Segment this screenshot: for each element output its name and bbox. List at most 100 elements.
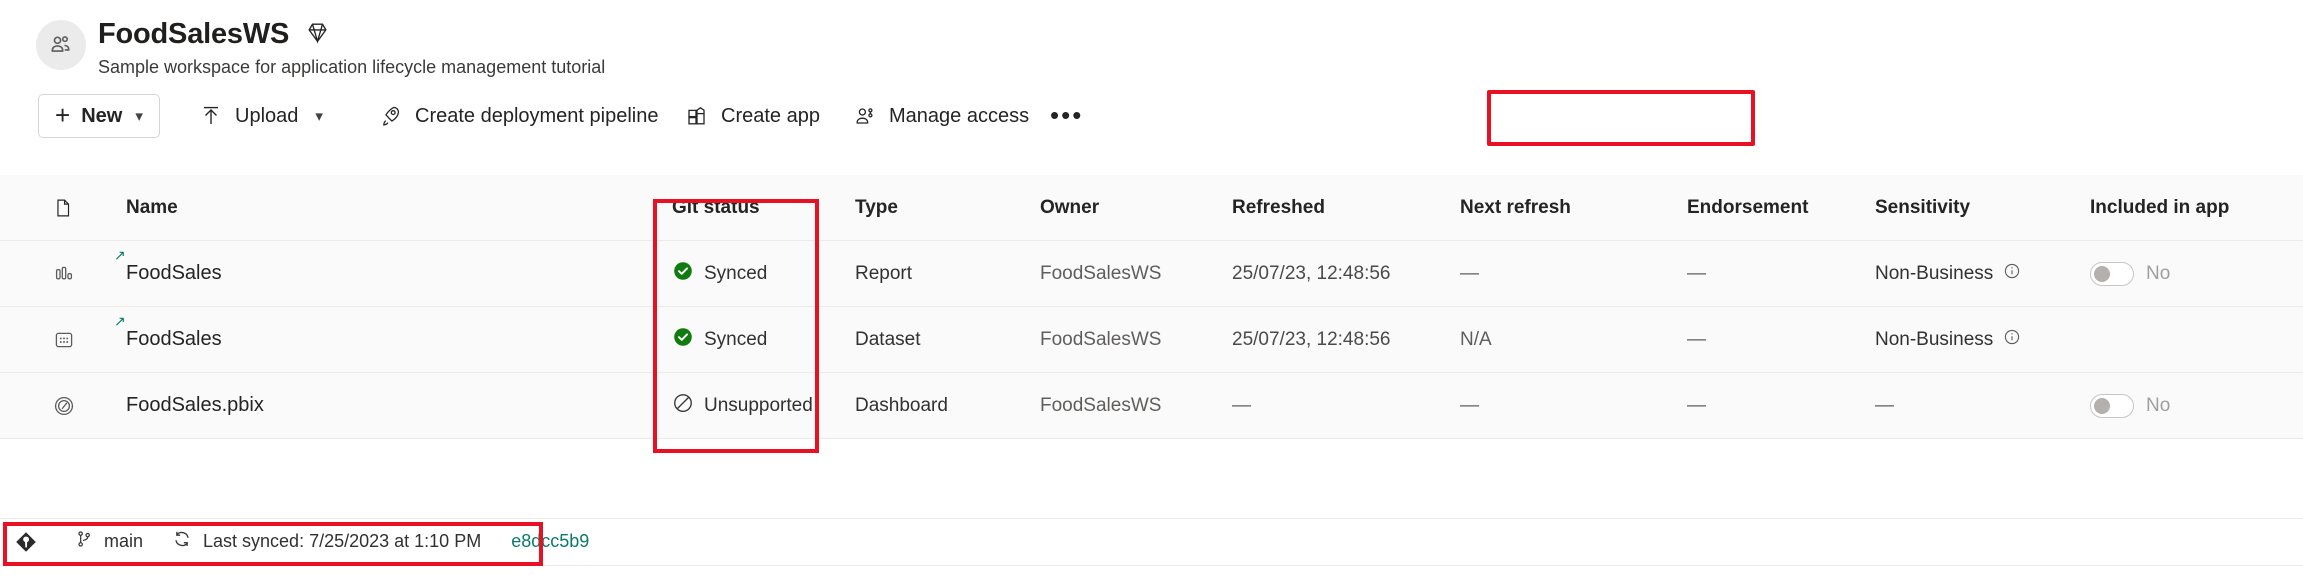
git-status-bar: main Last synced: 7/25/2023 at 1:10 PM e… xyxy=(0,518,2303,564)
deployment-pipeline-icon xyxy=(378,103,404,129)
table-row[interactable]: FoodSales.pbix Unsupported Dashboard Foo… xyxy=(0,373,2303,439)
column-header-type[interactable]: Type xyxy=(855,175,1035,240)
create-deployment-pipeline-button[interactable]: Create deployment pipeline xyxy=(374,94,663,138)
branch-name: main xyxy=(104,531,143,552)
item-name-cell[interactable]: FoodSales.pbix xyxy=(126,373,626,438)
report-bar-chart-icon xyxy=(52,241,92,306)
included-in-app-toggle[interactable] xyxy=(2090,262,2134,286)
more-options-button[interactable]: ••• xyxy=(1040,94,1093,138)
column-header-next-refresh[interactable]: Next refresh xyxy=(1460,175,1660,240)
column-header-git-status[interactable]: Git status xyxy=(672,175,842,240)
git-source-control-icon xyxy=(14,530,38,554)
column-header-endorsement[interactable]: Endorsement xyxy=(1687,175,1867,240)
info-circle-icon[interactable] xyxy=(2003,262,2021,286)
promoted-endorsement-icon: ↗ xyxy=(114,248,126,262)
table-row[interactable]: ↗ FoodSales Synced Report FoodSalesWS xyxy=(0,241,2303,307)
create-deployment-pipeline-label: Create deployment pipeline xyxy=(415,105,659,128)
item-refreshed: 25/07/23, 12:48:56 xyxy=(1232,241,1452,306)
command-bar: + New ▾ Upload ▾ Create deployment pipel xyxy=(0,88,2303,146)
new-button-label: New xyxy=(81,105,122,128)
item-included-in-app: No xyxy=(2090,241,2290,306)
promoted-endorsement-icon: ↗ xyxy=(114,314,126,328)
included-in-app-label: No xyxy=(2146,395,2170,417)
premium-diamond-icon xyxy=(305,20,330,50)
workspace-header: FoodSalesWS Sample workspace for applica… xyxy=(0,0,2303,92)
item-type: Dataset xyxy=(855,307,1035,372)
item-refreshed: 25/07/23, 12:48:56 xyxy=(1232,307,1452,372)
ellipsis-icon: ••• xyxy=(1050,108,1083,124)
workspace-description: Sample workspace for application lifecyc… xyxy=(98,57,605,78)
table-header-row: Name Git status Type Owner Refreshed Nex… xyxy=(0,175,2303,241)
upload-arrow-icon xyxy=(198,103,224,129)
item-owner: FoodSalesWS xyxy=(1040,373,1240,438)
item-name-cell[interactable]: ↗ FoodSales xyxy=(126,307,626,372)
item-next-refresh: — xyxy=(1460,373,1660,438)
item-included-in-app: No xyxy=(2090,373,2290,438)
item-next-refresh: — xyxy=(1460,241,1660,306)
git-status-label: Synced xyxy=(704,329,767,351)
manage-access-label: Manage access xyxy=(889,105,1029,128)
document-column-icon xyxy=(52,175,92,240)
item-name: FoodSales xyxy=(126,328,222,351)
git-status-cell: Unsupported xyxy=(672,373,842,438)
upload-label: Upload xyxy=(235,105,298,128)
manage-access-people-icon xyxy=(852,103,878,129)
column-header-name[interactable]: Name xyxy=(126,175,626,240)
last-synced-indicator: Last synced: 7/25/2023 at 1:10 PM xyxy=(171,528,481,555)
item-endorsement: — xyxy=(1687,307,1867,372)
item-endorsement: — xyxy=(1687,241,1867,306)
git-status-label: Unsupported xyxy=(704,395,813,417)
column-header-refreshed[interactable]: Refreshed xyxy=(1232,175,1452,240)
workspace-page: FoodSalesWS Sample workspace for applica… xyxy=(0,0,2303,587)
item-owner: FoodSalesWS xyxy=(1040,307,1240,372)
content-table: Name Git status Type Owner Refreshed Nex… xyxy=(0,175,2303,439)
create-app-label: Create app xyxy=(721,105,820,128)
page-title: FoodSalesWS xyxy=(98,18,289,51)
git-status-label: Synced xyxy=(704,263,767,285)
included-in-app-label: No xyxy=(2146,263,2170,285)
item-type: Report xyxy=(855,241,1035,306)
synced-check-icon xyxy=(672,326,694,354)
item-sensitivity: Non-Business xyxy=(1875,307,2075,372)
item-next-refresh: N/A xyxy=(1460,307,1660,372)
branch-indicator[interactable]: main xyxy=(74,528,143,555)
item-endorsement: — xyxy=(1687,373,1867,438)
item-sensitivity: — xyxy=(1875,373,2075,438)
included-in-app-toggle[interactable] xyxy=(2090,394,2134,418)
sync-refresh-icon[interactable] xyxy=(171,528,193,555)
column-header-owner[interactable]: Owner xyxy=(1040,175,1240,240)
git-status-cell: Synced xyxy=(672,241,842,306)
synced-check-icon xyxy=(672,260,694,288)
item-refreshed: — xyxy=(1232,373,1452,438)
new-button[interactable]: + New ▾ xyxy=(38,94,160,138)
create-app-icon xyxy=(684,103,710,129)
workspace-people-icon xyxy=(36,20,86,70)
manage-access-button[interactable]: Manage access xyxy=(848,94,1033,138)
item-included-in-app xyxy=(2090,307,2290,372)
bottom-strip xyxy=(0,565,2303,587)
item-type: Dashboard xyxy=(855,373,1035,438)
chevron-down-icon: ▾ xyxy=(135,107,143,125)
unsupported-blocked-icon xyxy=(672,392,694,420)
branch-icon xyxy=(74,528,94,555)
commit-hash[interactable]: e8dcc5b9 xyxy=(511,531,589,552)
item-owner: FoodSalesWS xyxy=(1040,241,1240,306)
dashboard-gauge-icon xyxy=(52,373,92,438)
item-name: FoodSales.pbix xyxy=(126,394,264,417)
item-name-cell[interactable]: ↗ FoodSales xyxy=(126,241,626,306)
create-app-button[interactable]: Create app xyxy=(680,94,824,138)
chevron-down-icon: ▾ xyxy=(315,107,323,125)
upload-button[interactable]: Upload ▾ xyxy=(194,94,327,138)
workspace-title-row: FoodSalesWS xyxy=(98,18,330,51)
item-sensitivity: Non-Business xyxy=(1875,241,2075,306)
info-circle-icon[interactable] xyxy=(2003,328,2021,352)
plus-icon: + xyxy=(55,102,70,128)
sensitivity-label: Non-Business xyxy=(1875,263,1993,285)
table-row[interactable]: ↗ FoodSales Synced Dataset FoodSalesWS xyxy=(0,307,2303,373)
last-synced-text: Last synced: 7/25/2023 at 1:10 PM xyxy=(203,531,481,552)
column-header-sensitivity[interactable]: Sensitivity xyxy=(1875,175,2075,240)
column-header-included-in-app[interactable]: Included in app xyxy=(2090,175,2290,240)
item-name: FoodSales xyxy=(126,262,222,285)
sensitivity-label: Non-Business xyxy=(1875,329,1993,351)
git-status-cell: Synced xyxy=(672,307,842,372)
